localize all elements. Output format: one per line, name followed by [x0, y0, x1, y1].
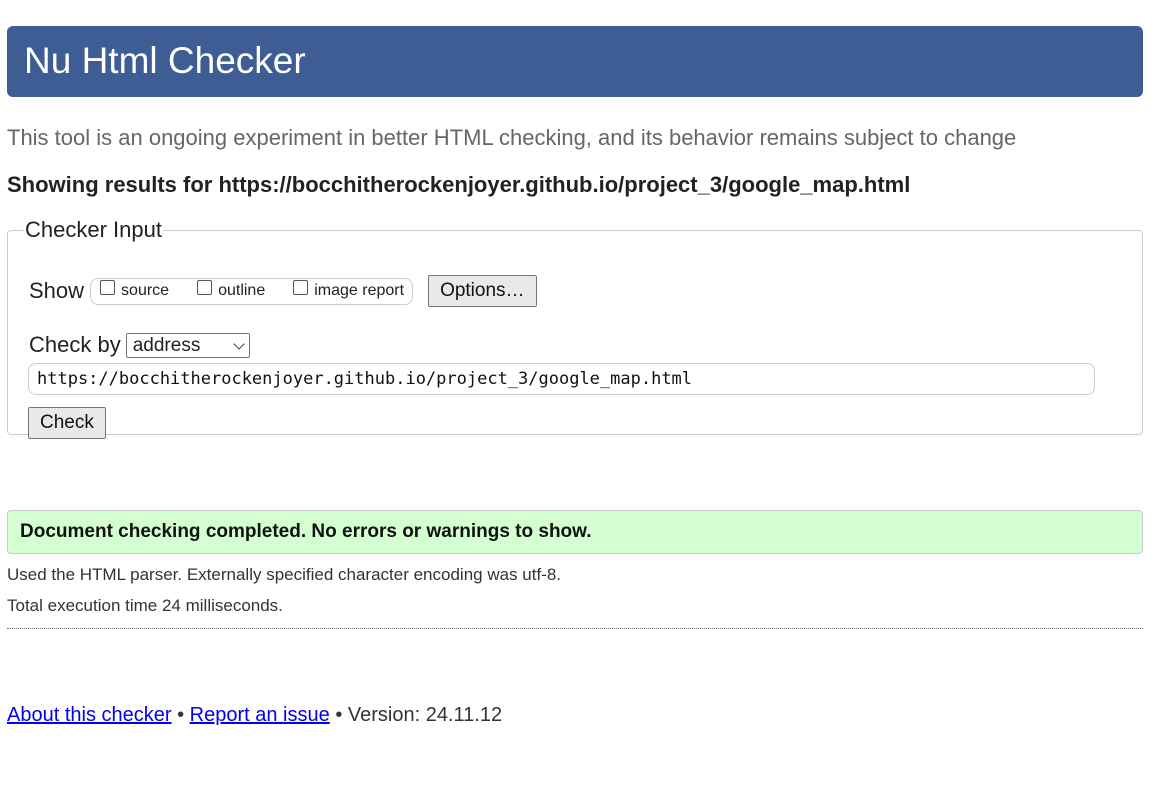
execution-time: Total execution time 24 milliseconds.: [7, 596, 283, 615]
show-options-group: source outline image report: [90, 277, 414, 305]
image-report-checkbox[interactable]: [293, 279, 309, 295]
options-button[interactable]: Options…: [428, 275, 537, 307]
results-heading: Showing results for https://bocchitheroc…: [7, 172, 911, 197]
footer-separator: •: [335, 704, 343, 726]
parser-info: Used the HTML parser. Externally specifi…: [7, 565, 562, 584]
check-by-selected-value: address: [132, 334, 201, 356]
about-checker-link[interactable]: About this checker: [7, 704, 172, 726]
version-text: Version: 24.11.12: [347, 704, 503, 726]
checker-input-fieldset: Checker Input Show source outline image …: [7, 217, 1143, 439]
footer-separator: •: [177, 704, 185, 726]
show-label: Show: [29, 278, 85, 303]
report-issue-link[interactable]: Report an issue: [190, 704, 330, 726]
footer: About this checker • Report an issue • V…: [7, 702, 502, 728]
check-button[interactable]: Check: [28, 407, 106, 439]
chevron-down-icon: [233, 337, 245, 350]
check-by-select[interactable]: address: [125, 332, 250, 358]
success-message: Document checking completed. No errors o…: [7, 510, 1143, 554]
url-input[interactable]: https://bocchitherockenjoyer.github.io/p…: [28, 363, 1095, 395]
image-report-checkbox-label[interactable]: image report: [314, 282, 404, 300]
check-by-label: Check by: [29, 332, 121, 357]
outline-checkbox-label[interactable]: outline: [218, 282, 265, 300]
source-checkbox[interactable]: [100, 279, 116, 295]
show-options-row: Show source outline image report Options…: [29, 275, 537, 307]
divider: [7, 628, 1143, 629]
intro-text: This tool is an ongoing experiment in be…: [7, 125, 1017, 150]
outline-checkbox[interactable]: [197, 279, 213, 295]
page-title: Nu Html Checker: [24, 40, 306, 81]
page-header: Nu Html Checker: [7, 26, 1143, 97]
source-checkbox-label[interactable]: source: [121, 282, 169, 300]
check-by-row: Check by address: [29, 332, 250, 358]
checker-input-legend: Checker Input: [25, 217, 162, 242]
